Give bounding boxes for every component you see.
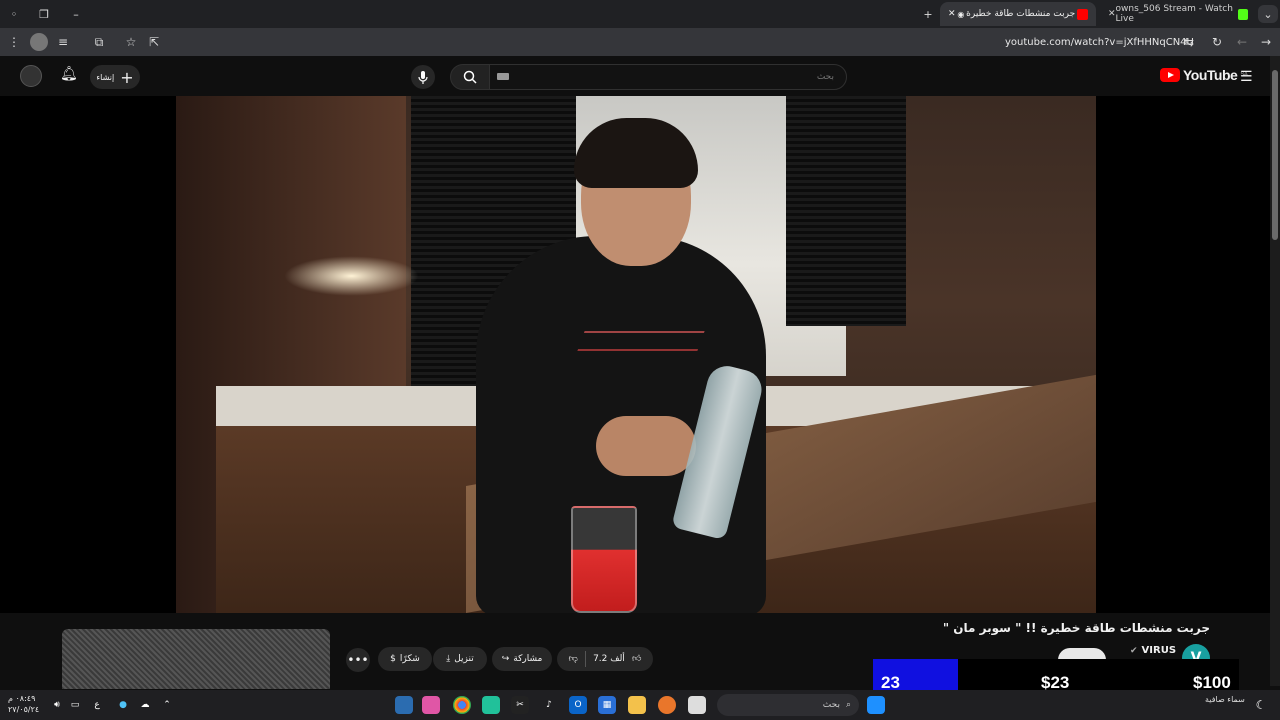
search-input[interactable]: [489, 64, 847, 90]
extensions-icon[interactable]: ⧉: [90, 33, 108, 51]
profile-avatar[interactable]: [30, 33, 48, 51]
tab-kick[interactable]: ✕ owns_506 Stream - Watch Live: [1100, 2, 1256, 26]
share-label: مشاركة: [513, 654, 543, 664]
thanks-label: شكرًا: [399, 654, 420, 664]
close-icon[interactable]: ✕: [948, 9, 956, 19]
related-video-thumbnail[interactable]: [62, 629, 330, 689]
network-icon[interactable]: ▭: [66, 696, 84, 714]
video-player[interactable]: [0, 96, 1270, 613]
logo-text: YouTube: [1183, 67, 1238, 83]
tab-label: جربت منشطات طاقة خطيرة: [966, 9, 1076, 19]
search-label: بحث: [822, 700, 840, 710]
search-button[interactable]: [450, 64, 490, 90]
audio-icon[interactable]: ◉: [957, 10, 964, 19]
tiktok-icon[interactable]: ♪: [540, 696, 558, 714]
app-icon[interactable]: [395, 696, 413, 714]
plus-icon: +: [120, 67, 134, 87]
clock-date: ٢٧/٠٥/٢٤: [8, 705, 40, 714]
app-icon[interactable]: [658, 696, 676, 714]
youtube-favicon-icon: [1076, 8, 1088, 20]
thanks-button[interactable]: $ شكرًا: [378, 647, 432, 671]
tab-active[interactable]: ✕ ◉ جربت منشطات طاقة خطيرة: [940, 2, 1096, 26]
download-button[interactable]: ⤓ تنزيل: [433, 647, 487, 671]
input-language[interactable]: ع: [88, 696, 106, 714]
create-label: إنشاء: [96, 72, 115, 82]
dislike-icon[interactable]: 👎︎: [569, 654, 578, 664]
taskbar-search[interactable]: بحث ⌕: [717, 694, 859, 716]
keyboard-icon[interactable]: [497, 73, 509, 80]
minimize-icon[interactable]: ◦: [4, 5, 24, 23]
channel-name-text: VIRUS: [1141, 645, 1177, 656]
app-icon[interactable]: [422, 696, 440, 714]
menu-dots-icon[interactable]: ⋮: [5, 33, 23, 51]
clock-time: ٠٨:٤٩ م: [8, 694, 36, 703]
verified-icon: ✔: [1130, 645, 1138, 656]
kick-favicon-icon: [1238, 8, 1248, 20]
download-icon: ⤓: [446, 654, 451, 664]
start-icon[interactable]: [867, 696, 885, 714]
close-icon[interactable]: ✕: [1108, 9, 1116, 19]
capcut-icon[interactable]: ✂: [511, 696, 529, 714]
address-bar[interactable]: youtube.com/watch?v=jXfHHNqCN4U: [1005, 33, 1194, 51]
account-avatar[interactable]: [20, 65, 42, 87]
app-icon[interactable]: [482, 696, 500, 714]
minimize-window-icon[interactable]: –: [66, 5, 86, 23]
youtube-play-icon: [1160, 68, 1180, 82]
reload-icon[interactable]: ↻: [1208, 33, 1226, 51]
tab-search-icon[interactable]: ⌄: [1258, 5, 1278, 23]
volume-icon[interactable]: 🔊︎: [48, 696, 66, 714]
weather-text: سماء صافية: [1205, 695, 1245, 704]
scrollbar-thumb[interactable]: [1272, 70, 1278, 240]
restore-icon[interactable]: ❐: [34, 5, 54, 23]
file-explorer-icon[interactable]: [628, 696, 646, 714]
search-icon: [463, 70, 477, 84]
channel-name[interactable]: ✔ VIRUS: [1130, 645, 1176, 656]
app-icon[interactable]: [688, 696, 706, 714]
store-icon[interactable]: ▦: [598, 696, 616, 714]
download-label: تنزيل: [454, 654, 474, 664]
notifications-bell-icon[interactable]: 🔔︎: [60, 66, 78, 82]
reading-list-icon[interactable]: ≡: [54, 33, 72, 51]
video-title: جربت منشطات طاقة خطيرة !! " سوبر مان ": [942, 621, 1210, 635]
site-settings-icon[interactable]: ⇆: [1180, 33, 1198, 51]
tab-label: owns_506 Stream - Watch Live: [1115, 4, 1233, 24]
more-actions-button[interactable]: •••: [346, 648, 370, 672]
share-page-icon[interactable]: ⇱: [145, 33, 163, 51]
system-clock[interactable]: ٠٨:٤٩ م ٢٧/٠٥/٢٤: [8, 693, 39, 715]
microphone-icon[interactable]: ●: [114, 696, 132, 714]
youtube-logo[interactable]: YouTube SA: [1160, 67, 1248, 83]
like-dislike-group: 👎︎ 7.2 ألف 👍︎: [557, 647, 653, 671]
new-tab-icon[interactable]: +: [918, 5, 938, 23]
voice-search-icon[interactable]: [411, 65, 435, 89]
search-icon: ⌕: [845, 700, 851, 710]
back-icon[interactable]: →: [1257, 33, 1275, 51]
tray-overflow-icon[interactable]: ⌃: [158, 696, 176, 714]
hamburger-menu-icon[interactable]: ☰: [1240, 69, 1253, 85]
forward-icon[interactable]: ←: [1233, 33, 1251, 51]
bookmark-star-icon[interactable]: ☆: [122, 33, 140, 51]
weather-widget[interactable]: سماء صافية: [1205, 694, 1245, 705]
share-button[interactable]: ↪ مشاركة: [492, 647, 552, 671]
like-count: 7.2 ألف: [593, 654, 625, 664]
weather-moon-icon[interactable]: ☾: [1252, 696, 1270, 714]
like-icon[interactable]: 👍︎: [632, 654, 641, 664]
video-frame: [176, 96, 1096, 613]
outlook-icon[interactable]: O: [569, 696, 587, 714]
onedrive-icon[interactable]: ☁: [136, 696, 154, 714]
chrome-icon[interactable]: [453, 696, 471, 714]
create-button[interactable]: إنشاء +: [90, 65, 140, 89]
thanks-icon: $: [390, 654, 396, 664]
share-icon: ↪: [501, 654, 510, 664]
